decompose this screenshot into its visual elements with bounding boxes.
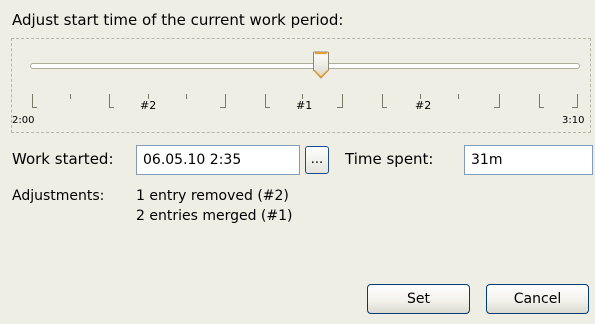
slider-tick bbox=[32, 107, 37, 108]
slider-tick bbox=[265, 107, 270, 108]
adjust-start-time-dialog: Adjust start time of the current work pe… bbox=[0, 0, 595, 324]
slider-tick bbox=[382, 107, 387, 108]
slider-tick bbox=[186, 94, 187, 99]
work-started-input[interactable] bbox=[136, 145, 300, 175]
slider-tick bbox=[265, 94, 266, 108]
marker-label: #2 bbox=[415, 99, 432, 112]
slider-tick bbox=[572, 107, 577, 108]
slider-track[interactable] bbox=[30, 63, 580, 69]
time-spent-label: Time spent: bbox=[345, 150, 434, 168]
slider-tick bbox=[32, 94, 33, 108]
dialog-heading: Adjust start time of the current work pe… bbox=[12, 11, 344, 29]
cancel-button[interactable]: Cancel bbox=[486, 284, 589, 314]
slider-tick bbox=[70, 94, 71, 99]
slider-tick bbox=[342, 94, 343, 108]
slider-tick bbox=[109, 107, 114, 108]
pick-date-button[interactable]: ... bbox=[305, 146, 329, 174]
slider-tick bbox=[458, 94, 459, 99]
slider-tick bbox=[337, 107, 342, 108]
slider-tick bbox=[225, 94, 226, 108]
adjustment-line: 2 entries merged (#1) bbox=[136, 208, 293, 224]
work-started-label: Work started: bbox=[12, 150, 114, 168]
slider-tick bbox=[220, 107, 225, 108]
marker-label: #2 bbox=[140, 99, 157, 112]
slider-min-label: 2:00 bbox=[12, 115, 35, 126]
slider-tick bbox=[109, 94, 110, 108]
adjustment-line: 1 entry removed (#2) bbox=[136, 188, 289, 204]
slider-tick bbox=[539, 107, 544, 108]
slider-tick bbox=[577, 94, 578, 108]
marker-label: #1 bbox=[296, 99, 313, 112]
slider-tick bbox=[499, 94, 500, 108]
slider-tick bbox=[382, 94, 383, 108]
slider-max-label: 3:10 bbox=[562, 115, 585, 126]
time-spent-input[interactable] bbox=[464, 145, 593, 175]
adjustments-label: Adjustments: bbox=[12, 188, 105, 204]
slider-tick bbox=[539, 94, 540, 108]
slider-thumb[interactable] bbox=[312, 51, 330, 79]
set-button[interactable]: Set bbox=[367, 284, 470, 314]
slider-tick bbox=[494, 107, 499, 108]
time-slider-panel: #2 #1 #2 2:00 3:10 bbox=[11, 38, 591, 133]
